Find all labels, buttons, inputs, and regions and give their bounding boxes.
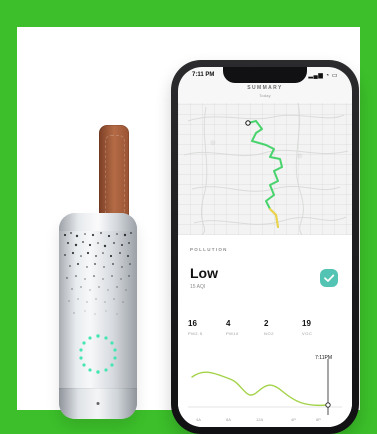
signal-wifi-battery-icons: ▂▄▆ ◔ ▭ [308, 73, 338, 79]
x-label: 8A [226, 417, 231, 422]
metric-value: 2 [264, 319, 269, 328]
device-speckle-pattern [59, 229, 137, 321]
pollution-aqi: 15 AQI [190, 284, 206, 290]
metric-voc: 19 VOC [302, 319, 338, 336]
screen-header: SUMMARY Today [178, 85, 352, 98]
metric-label: VOC [302, 331, 313, 336]
x-label: 12A [256, 417, 264, 422]
phone-notch [223, 67, 307, 83]
air-quality-device [59, 213, 137, 419]
metric-pm10: 4 PM10 [226, 319, 262, 336]
metric-value: 16 [188, 319, 197, 328]
pollution-card: POLLUTION Low 15 AQI 16 PM2.5 4 PM10 2 N… [178, 235, 352, 427]
stage: 7:11 PM ▂▄▆ ◔ ▭ SUMMARY Today POLLUTION … [17, 27, 360, 434]
chart-x-labels: 4A 8A 12A 4P 8P [196, 417, 336, 425]
metric-label: NO2 [264, 331, 275, 336]
status-time: 7:11 PM [192, 72, 215, 78]
metric-value: 4 [226, 319, 231, 328]
screen-title: SUMMARY [247, 85, 283, 91]
x-label: 4P [291, 417, 296, 422]
green-frame: 7:11 PM ▂▄▆ ◔ ▭ SUMMARY Today POLLUTION … [0, 0, 377, 434]
x-label: 8P [316, 417, 321, 422]
device-base [59, 388, 137, 419]
metric-no2: 2 NO2 [264, 319, 300, 336]
x-label: 4A [196, 417, 201, 422]
metric-label: PM10 [226, 331, 239, 336]
pollution-level: Low [190, 265, 218, 281]
screen-subtitle: Today [259, 93, 271, 98]
device-status-ring [75, 331, 121, 377]
pollution-metrics: 16 PM2.5 4 PM10 2 NO2 19 VOC [188, 319, 342, 345]
phone-screen: 7:11 PM ▂▄▆ ◔ ▭ SUMMARY Today POLLUTION … [178, 67, 352, 427]
device-indicator-dot [96, 402, 100, 405]
metric-pm25: 16 PM2.5 [188, 319, 224, 336]
metric-value: 19 [302, 319, 311, 328]
route-map[interactable] [178, 103, 352, 235]
smartphone: 7:11 PM ▂▄▆ ◔ ▭ SUMMARY Today POLLUTION … [171, 60, 359, 434]
pollution-chart[interactable] [178, 349, 352, 427]
check-button[interactable] [320, 269, 338, 287]
check-icon [324, 274, 335, 282]
pollution-section-label: POLLUTION [190, 247, 228, 252]
product-image-area: 7:11 PM ▂▄▆ ◔ ▭ SUMMARY Today POLLUTION … [17, 27, 360, 434]
metric-label: PM2.5 [188, 331, 203, 336]
